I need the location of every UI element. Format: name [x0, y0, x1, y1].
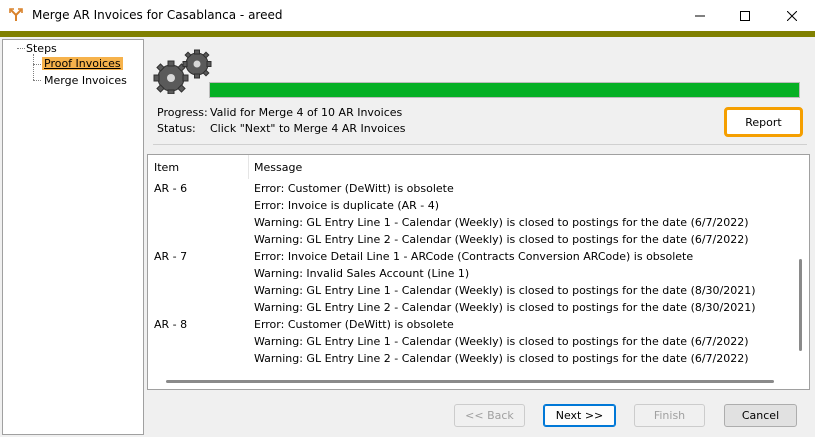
horizontal-scrollbar-thumb[interactable]	[166, 380, 774, 383]
next-button[interactable]: Next >>	[543, 404, 616, 427]
grid-header: Item Message	[148, 155, 809, 179]
minimize-button[interactable]	[677, 0, 723, 31]
separator	[153, 144, 807, 145]
merge-arrow-icon	[9, 8, 23, 21]
grid-row[interactable]: AR - 8 Error: Customer (DeWitt) is obsole…	[148, 316, 788, 333]
grid-cell-message: Warning: GL Entry Line 2 - Calendar (Wee…	[254, 301, 756, 314]
gears-icon	[153, 49, 212, 94]
grid-cell-message: Warning: GL Entry Line 1 - Calendar (Wee…	[254, 216, 749, 229]
status-label: Status:	[157, 122, 196, 135]
progress-bar-fill	[210, 83, 799, 97]
grid-cell-message: Warning: GL Entry Line 1 - Calendar (Wee…	[254, 335, 749, 348]
tree-item-proof-invoices[interactable]: Proof Invoices	[42, 57, 123, 70]
status-text: Click "Next" to Merge 4 AR Invoices	[210, 122, 406, 135]
vertical-scrollbar-thumb[interactable]	[799, 259, 802, 351]
grid-cell-message: Warning: Invalid Sales Account (Line 1)	[254, 267, 470, 280]
progress-text: Valid for Merge 4 of 10 AR Invoices	[210, 106, 403, 119]
minimize-icon	[695, 15, 705, 16]
steps-tree: Steps Proof Invoices Merge Invoices	[2, 39, 144, 435]
grid-row[interactable]: Warning: GL Entry Line 2 - Calendar (Wee…	[148, 231, 788, 248]
back-button[interactable]: << Back	[454, 404, 525, 427]
grid-row[interactable]: Error: Invoice is duplicate (AR - 4)	[148, 197, 788, 214]
grid-row[interactable]: Warning: GL Entry Line 1 - Calendar (Wee…	[148, 282, 788, 299]
grid-row[interactable]: Warning: GL Entry Line 2 - Calendar (Wee…	[148, 350, 788, 367]
title-bar: Merge AR Invoices for Casablanca - areed	[0, 0, 815, 31]
column-divider[interactable]	[248, 155, 249, 179]
tree-root-steps[interactable]: Steps	[26, 42, 57, 55]
grid-cell-message: Error: Customer (DeWitt) is obsolete	[254, 318, 454, 331]
progress-panel: Progress: Valid for Merge 4 of 10 AR Inv…	[147, 42, 813, 150]
grid-cell-message: Warning: GL Entry Line 2 - Calendar (Wee…	[254, 352, 749, 365]
grid-cell-item: AR - 7	[154, 250, 188, 263]
grid-cell-message: Warning: GL Entry Line 1 - Calendar (Wee…	[254, 284, 756, 297]
accent-bar	[0, 31, 815, 37]
window-title: Merge AR Invoices for Casablanca - areed	[32, 8, 283, 22]
messages-grid[interactable]: Item Message AR - 6 Error: Customer (DeWi…	[147, 154, 810, 390]
column-header-item[interactable]: Item	[154, 161, 179, 174]
report-button[interactable]: Report	[724, 107, 803, 137]
grid-cell-item: AR - 6	[154, 182, 188, 195]
cancel-button[interactable]: Cancel	[724, 404, 797, 427]
tree-item-merge-invoices[interactable]: Merge Invoices	[44, 74, 127, 87]
close-icon	[787, 10, 797, 21]
grid-row[interactable]: Warning: GL Entry Line 1 - Calendar (Wee…	[148, 214, 788, 231]
grid-cell-message: Error: Invoice is duplicate (AR - 4)	[254, 199, 440, 212]
grid-row[interactable]: AR - 7 Error: Invoice Detail Line 1 - ARC…	[148, 248, 788, 265]
grid-cell-item: AR - 8	[154, 318, 188, 331]
grid-cell-message: Error: Customer (DeWitt) is obsolete	[254, 182, 454, 195]
maximize-icon	[740, 10, 750, 21]
close-button[interactable]	[769, 0, 815, 31]
finish-button[interactable]: Finish	[634, 404, 705, 427]
grid-cell-message: Warning: GL Entry Line 2 - Calendar (Wee…	[254, 233, 749, 246]
progress-label: Progress:	[157, 106, 208, 119]
grid-cell-message: Error: Invoice Detail Line 1 - ARCode (C…	[254, 250, 694, 263]
grid-row[interactable]: Warning: GL Entry Line 2 - Calendar (Wee…	[148, 299, 788, 316]
grid-row[interactable]: Warning: Invalid Sales Account (Line 1)	[148, 265, 788, 282]
maximize-button[interactable]	[722, 0, 768, 31]
column-header-message[interactable]: Message	[254, 161, 302, 174]
progress-bar	[209, 82, 800, 98]
grid-row[interactable]: Warning: GL Entry Line 1 - Calendar (Wee…	[148, 333, 788, 350]
grid-row[interactable]: AR - 6 Error: Customer (DeWitt) is obsole…	[148, 180, 788, 197]
